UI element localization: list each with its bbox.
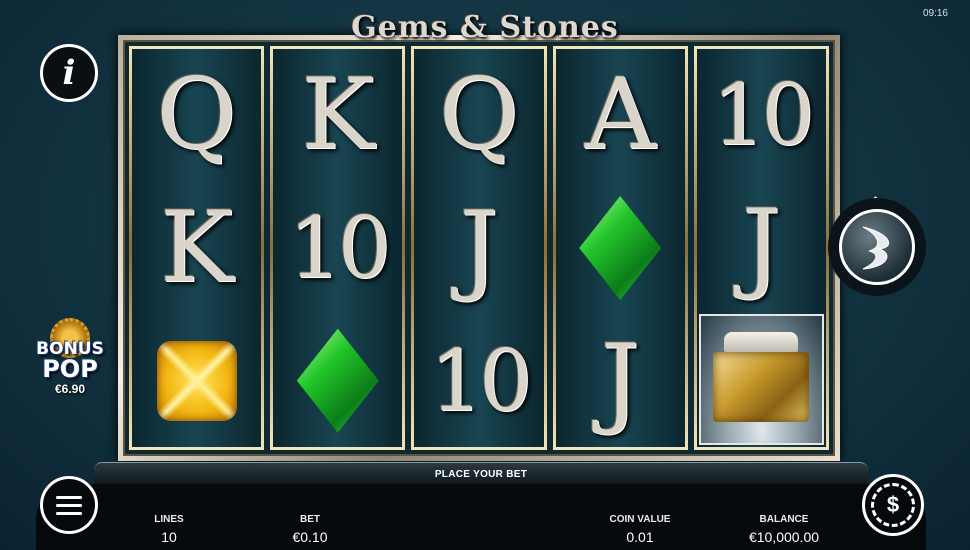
balance-stat: BALANCE €10,000.00 [736,514,832,545]
reel-cell: A [556,49,685,182]
spin-button[interactable] [828,198,926,296]
reel-cell [697,312,826,447]
coin-value-label: COIN VALUE [609,514,671,525]
bet-settings-button[interactable]: $ [862,474,924,536]
reel-cell: K [273,49,402,182]
reel-cell [273,314,402,447]
symbol-10: 10 [711,65,815,164]
reel-2: K 10 [270,46,406,450]
lines-stat[interactable]: LINES 10 [146,514,192,545]
reel-cell: J [556,314,685,447]
symbol-q: Q [438,58,520,173]
bonus-pop-badge[interactable]: BONUS POP €6.90 [36,318,104,404]
reel-cell: J [697,180,826,311]
reel-cell: K [132,182,261,315]
reel-cell: Q [414,49,543,182]
bonus-pop-line2: POP [42,355,98,383]
symbol-a: A [584,58,656,173]
reel-cell: J [414,182,543,315]
info-icon: i [62,53,76,93]
reels-grid: Q K K 10 Q J 10 A J 10 J [123,40,835,456]
reel-3: Q J 10 [411,46,547,450]
symbol-q: Q [156,58,237,173]
reel-cell: 10 [697,49,826,180]
reel-cell: 10 [273,182,402,315]
place-bet-message: PLACE YOUR BET [434,469,528,480]
balance-value: €10,000.00 [748,529,820,545]
lines-label: LINES [154,514,184,525]
reel-frame: Q K K 10 Q J 10 A J 10 J [118,35,840,461]
bottom-bar: PLACE YOUR BET LINES 10 BET €0.10 COIN V… [36,462,926,550]
symbol-j: J [741,188,782,303]
bet-label: BET [300,514,320,525]
treasure-chest-symbol [698,313,825,445]
balance-label: BALANCE [759,514,809,525]
info-button[interactable]: i [40,44,98,102]
reel-5: 10 J [693,46,830,450]
bet-stat[interactable]: BET €0.10 [284,514,336,545]
game-title: Gems & Stones [351,10,619,45]
lines-value: 10 [161,529,177,545]
chest-body [713,352,810,423]
bet-value: €0.10 [292,529,328,545]
stats-bar: LINES 10 BET €0.10 COIN VALUE 0.01 BALAN… [36,484,926,550]
reel-4: AJ [552,46,688,450]
symbol-j: J [600,323,640,438]
green-gem-symbol [296,328,379,433]
menu-icon-line [56,511,82,515]
menu-button[interactable] [40,476,98,534]
reel-cell [556,182,685,315]
green-gem-symbol [579,196,662,300]
reel-1: QK [129,46,265,450]
chest-lid [724,331,799,352]
reel-cell: 10 [414,314,543,447]
symbol-10: 10 [429,331,533,430]
reel-cell: Q [132,49,261,182]
symbol-k: K [301,58,375,173]
yellow-gem-symbol [156,340,237,421]
menu-icon-line [56,503,82,507]
symbol-10: 10 [288,199,391,297]
symbol-j: J [459,191,499,305]
spin-icon [839,209,915,285]
coin-value-stat[interactable]: COIN VALUE 0.01 [602,514,678,545]
reel-cell [132,314,261,447]
hamburger-menu-icon [56,495,82,499]
coin-value-value: 0.01 [626,529,654,545]
symbol-k: K [159,191,234,305]
dollar-chip-icon: $ [871,483,915,527]
bonus-pop-value: €6.90 [54,382,86,396]
